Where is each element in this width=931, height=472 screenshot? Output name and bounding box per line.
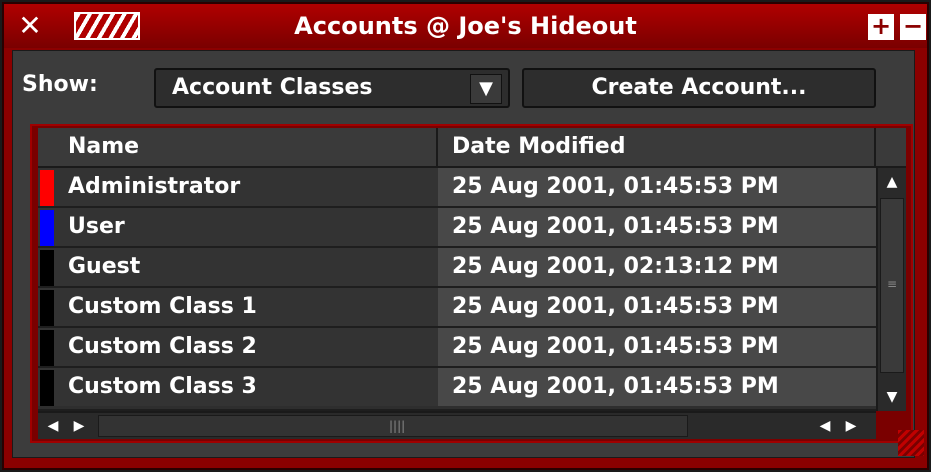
row-name: Custom Class 3	[68, 374, 257, 399]
scroll-up-icon[interactable]: ▲	[880, 170, 904, 194]
row-date: 25 Aug 2001, 02:13:12 PM	[452, 254, 779, 279]
row-name: Guest	[68, 254, 141, 279]
row-name: User	[68, 214, 125, 239]
vertical-scroll-thumb[interactable]: ≡	[880, 198, 904, 373]
horizontal-scroll-thumb[interactable]: ||||	[98, 415, 688, 437]
grip-icon: ||||	[389, 419, 406, 433]
create-account-button[interactable]: Create Account...	[522, 68, 876, 108]
row-name: Custom Class 1	[68, 294, 257, 319]
resize-grip-icon[interactable]	[898, 430, 924, 456]
title-bar[interactable]: ✕ Accounts @ Joe's Hideout + −	[4, 4, 927, 48]
row-name: Custom Class 2	[68, 334, 257, 359]
horizontal-scrollbar[interactable]: ◀ ▶ |||| ◀ ▶	[38, 411, 876, 439]
row-date: 25 Aug 2001, 01:45:53 PM	[452, 214, 779, 239]
table-row[interactable]: User 25 Aug 2001, 01:45:53 PM	[38, 208, 876, 248]
table-header: Name Date Modified	[38, 128, 906, 168]
scroll-left-icon[interactable]: ◀	[42, 415, 64, 437]
chevron-down-icon[interactable]: ▼	[470, 74, 502, 104]
row-name: Administrator	[68, 174, 241, 199]
minus-icon[interactable]: −	[900, 14, 926, 40]
table-row[interactable]: Guest 25 Aug 2001, 02:13:12 PM	[38, 248, 876, 288]
color-swatch	[40, 330, 54, 366]
row-date: 25 Aug 2001, 01:45:53 PM	[452, 374, 779, 399]
column-header-name[interactable]: Name	[38, 128, 438, 166]
scroll-left-icon[interactable]: ◀	[814, 415, 836, 437]
row-date: 25 Aug 2001, 01:45:53 PM	[452, 334, 779, 359]
table-row[interactable]: Administrator 25 Aug 2001, 01:45:53 PM	[38, 168, 876, 208]
vertical-scrollbar[interactable]: ▲ ≡ ▼	[876, 168, 906, 411]
accounts-table: Name Date Modified Administrator 25 Aug …	[38, 128, 906, 411]
scroll-right-icon[interactable]: ▶	[68, 415, 90, 437]
color-swatch	[40, 290, 54, 326]
color-swatch	[40, 210, 54, 246]
table-row[interactable]: Custom Class 3 25 Aug 2001, 01:45:53 PM	[38, 368, 876, 411]
show-select[interactable]: Account Classes ▼	[154, 68, 510, 108]
color-swatch	[40, 250, 54, 286]
row-date: 25 Aug 2001, 01:45:53 PM	[452, 294, 779, 319]
show-label: Show:	[22, 72, 98, 97]
grip-icon: ≡	[887, 277, 898, 291]
window-title: Accounts @ Joe's Hideout	[294, 12, 637, 40]
column-header-date-modified[interactable]: Date Modified	[438, 128, 876, 166]
scroll-down-icon[interactable]: ▼	[880, 385, 904, 409]
table-row[interactable]: Custom Class 1 25 Aug 2001, 01:45:53 PM	[38, 288, 876, 328]
color-swatch	[40, 370, 54, 406]
show-select-value: Account Classes	[172, 75, 373, 100]
plus-icon[interactable]: +	[868, 14, 894, 40]
scroll-right-icon[interactable]: ▶	[840, 415, 862, 437]
row-date: 25 Aug 2001, 01:45:53 PM	[452, 174, 779, 199]
color-swatch	[40, 170, 54, 206]
table-row[interactable]: Custom Class 2 25 Aug 2001, 01:45:53 PM	[38, 328, 876, 368]
